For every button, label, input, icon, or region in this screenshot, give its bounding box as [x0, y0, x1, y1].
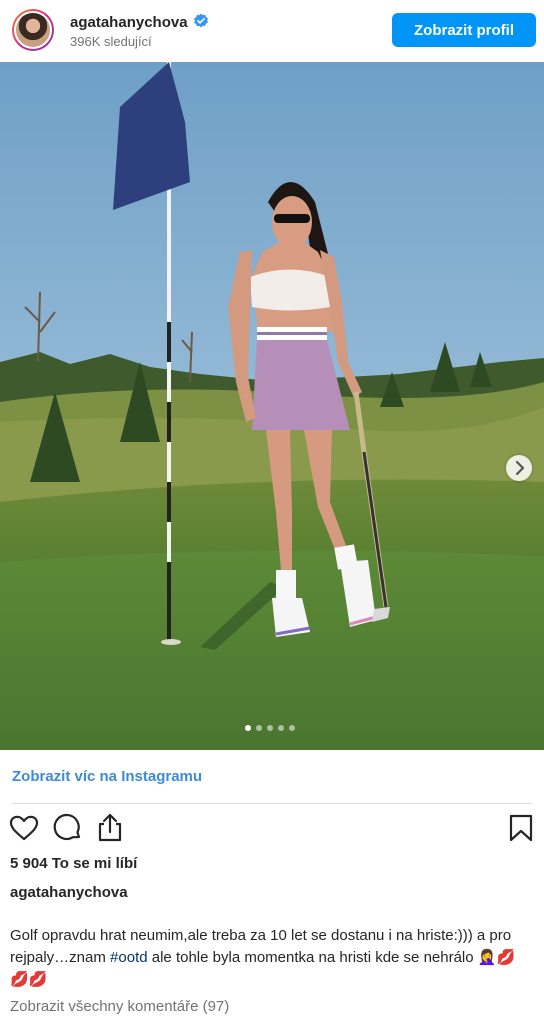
bookmark-icon — [509, 814, 533, 842]
like-button[interactable] — [8, 812, 40, 844]
avatar[interactable] — [12, 9, 54, 51]
post-image[interactable] — [0, 62, 544, 750]
next-image-button[interactable] — [506, 455, 532, 481]
carousel-dot — [289, 725, 295, 731]
comment-button[interactable] — [52, 812, 84, 844]
post-header: agatahanychova 396K sledující Zobrazit p… — [0, 0, 544, 62]
carousel-dot — [245, 725, 251, 731]
caption-username[interactable]: agatahanychova — [10, 884, 128, 901]
save-button[interactable] — [505, 812, 537, 844]
hashtag-link[interactable]: #ootd — [110, 949, 148, 966]
view-profile-button[interactable]: Zobrazit profil — [392, 13, 536, 47]
golf-course-photo — [0, 62, 544, 750]
username[interactable]: agatahanychova — [70, 14, 188, 31]
view-more-on-instagram-link[interactable]: Zobrazit víc na Instagramu — [12, 768, 202, 785]
divider — [12, 803, 532, 804]
heart-icon — [9, 815, 39, 841]
share-button[interactable] — [94, 812, 126, 844]
username-row[interactable]: agatahanychova — [70, 13, 209, 33]
follower-count: 396K sledující — [70, 34, 152, 49]
verified-badge-icon — [193, 13, 209, 33]
carousel-dot — [267, 725, 273, 731]
chevron-right-icon — [515, 460, 525, 476]
caption-text: Golf opravdu hrat neumim,ale treba za 10… — [10, 925, 530, 991]
share-icon — [98, 813, 122, 842]
carousel-indicator — [245, 725, 295, 733]
carousel-dot — [278, 725, 284, 731]
view-all-comments-link[interactable]: Zobrazit všechny komentáře (97) — [10, 998, 229, 1015]
carousel-dot — [256, 725, 262, 731]
like-count[interactable]: 5 904 To se mi líbí — [10, 855, 137, 872]
comment-icon — [53, 813, 81, 841]
